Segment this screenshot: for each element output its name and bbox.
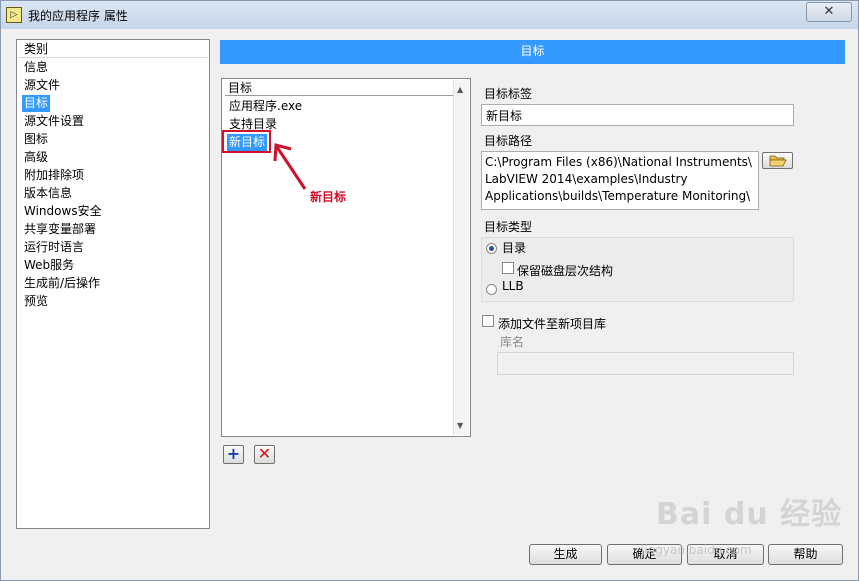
target-path-title: 目标路径 (484, 134, 533, 148)
preserve-hierarchy-checkbox[interactable] (502, 262, 514, 274)
destination-list-header: 目标 (225, 81, 453, 96)
category-item-shared-variable-deployment[interactable]: 共享变量部署 (22, 221, 98, 238)
type-directory-label: 目录 (502, 241, 527, 255)
category-item-preview[interactable]: 预览 (22, 293, 50, 310)
browse-folder-button[interactable] (762, 152, 793, 169)
category-item-additional-exclusions[interactable]: 附加排除项 (22, 167, 86, 184)
target-type-title: 目标类型 (484, 220, 533, 234)
category-item-advanced[interactable]: 高级 (22, 149, 50, 166)
scroll-up-arrow-icon[interactable]: ▲ (457, 85, 463, 94)
x-icon: ✕ (257, 444, 272, 463)
annotation-label: 新目标 (310, 190, 347, 204)
add-to-library-checkbox[interactable] (482, 315, 494, 327)
properties-dialog: ▷ 我的应用程序 属性 ✕ 类别 信息 源文件 目标 源文件设置 图标 高级 附… (0, 0, 859, 581)
category-item-pre-post-build-actions[interactable]: 生成前/后操作 (22, 275, 102, 292)
category-item-source-files[interactable]: 源文件 (22, 77, 62, 94)
category-item-runtime-languages[interactable]: 运行时语言 (22, 239, 86, 256)
library-name-label: 库名 (500, 335, 525, 349)
build-button[interactable]: 生成 (529, 544, 602, 565)
baidu-watermark-logo: Bai du 经验 (656, 497, 843, 532)
target-path-line: LabVIEW 2014\examples\Industry (485, 172, 688, 186)
target-path-input[interactable]: C:\Program Files (x86)\National Instrume… (481, 151, 759, 210)
category-item-destinations[interactable]: 目标 (22, 95, 51, 112)
plus-icon: + (226, 444, 241, 463)
type-llb-label: LLB (502, 279, 524, 293)
library-name-input[interactable] (497, 352, 794, 375)
delete-destination-button[interactable]: ✕ (254, 445, 275, 464)
close-button[interactable]: ✕ (806, 2, 852, 22)
annotation-highlight-box (222, 130, 271, 153)
preserve-hierarchy-label: 保留磁盘层次结构 (517, 264, 614, 278)
type-llb-radio[interactable] (486, 284, 497, 295)
category-item-source-file-settings[interactable]: 源文件设置 (22, 113, 86, 130)
help-button[interactable]: 帮助 (768, 544, 843, 565)
category-item-info[interactable]: 信息 (22, 59, 50, 76)
category-item-web-services[interactable]: Web服务 (22, 257, 76, 274)
title-bar: ▷ 我的应用程序 属性 ✕ (1, 1, 858, 29)
watermark-url: jingyan.baidu.com (641, 543, 752, 557)
destination-list-scrollbar[interactable]: ▲ ▼ (453, 80, 469, 435)
add-to-library-label: 添加文件至新项目库 (498, 317, 607, 331)
target-label-title: 目标标签 (484, 87, 533, 101)
window-title: 我的应用程序 属性 (28, 9, 128, 23)
target-path-line: Applications\builds\Temperature Monitori… (485, 189, 751, 203)
annotation-arrow-icon (273, 143, 307, 190)
category-list[interactable]: 类别 信息 源文件 目标 源文件设置 图标 高级 附加排除项 版本信息 Wind… (16, 39, 210, 529)
panel-title-bar: 目标 (220, 40, 845, 64)
category-item-version-info[interactable]: 版本信息 (22, 185, 74, 202)
category-item-windows-security[interactable]: Windows安全 (22, 203, 104, 220)
type-directory-radio[interactable] (486, 243, 497, 254)
add-destination-button[interactable]: + (223, 445, 244, 464)
labview-app-icon: ▷ (6, 7, 22, 23)
target-path-line: C:\Program Files (x86)\National Instrume… (485, 155, 752, 169)
target-label-input[interactable]: 新目标 (481, 104, 794, 126)
category-list-header: 类别 (18, 41, 208, 58)
scroll-down-arrow-icon[interactable]: ▼ (457, 421, 463, 430)
folder-open-icon (769, 155, 787, 167)
category-item-icon[interactable]: 图标 (22, 131, 50, 148)
destination-item-exe[interactable]: 应用程序.exe (227, 98, 304, 115)
